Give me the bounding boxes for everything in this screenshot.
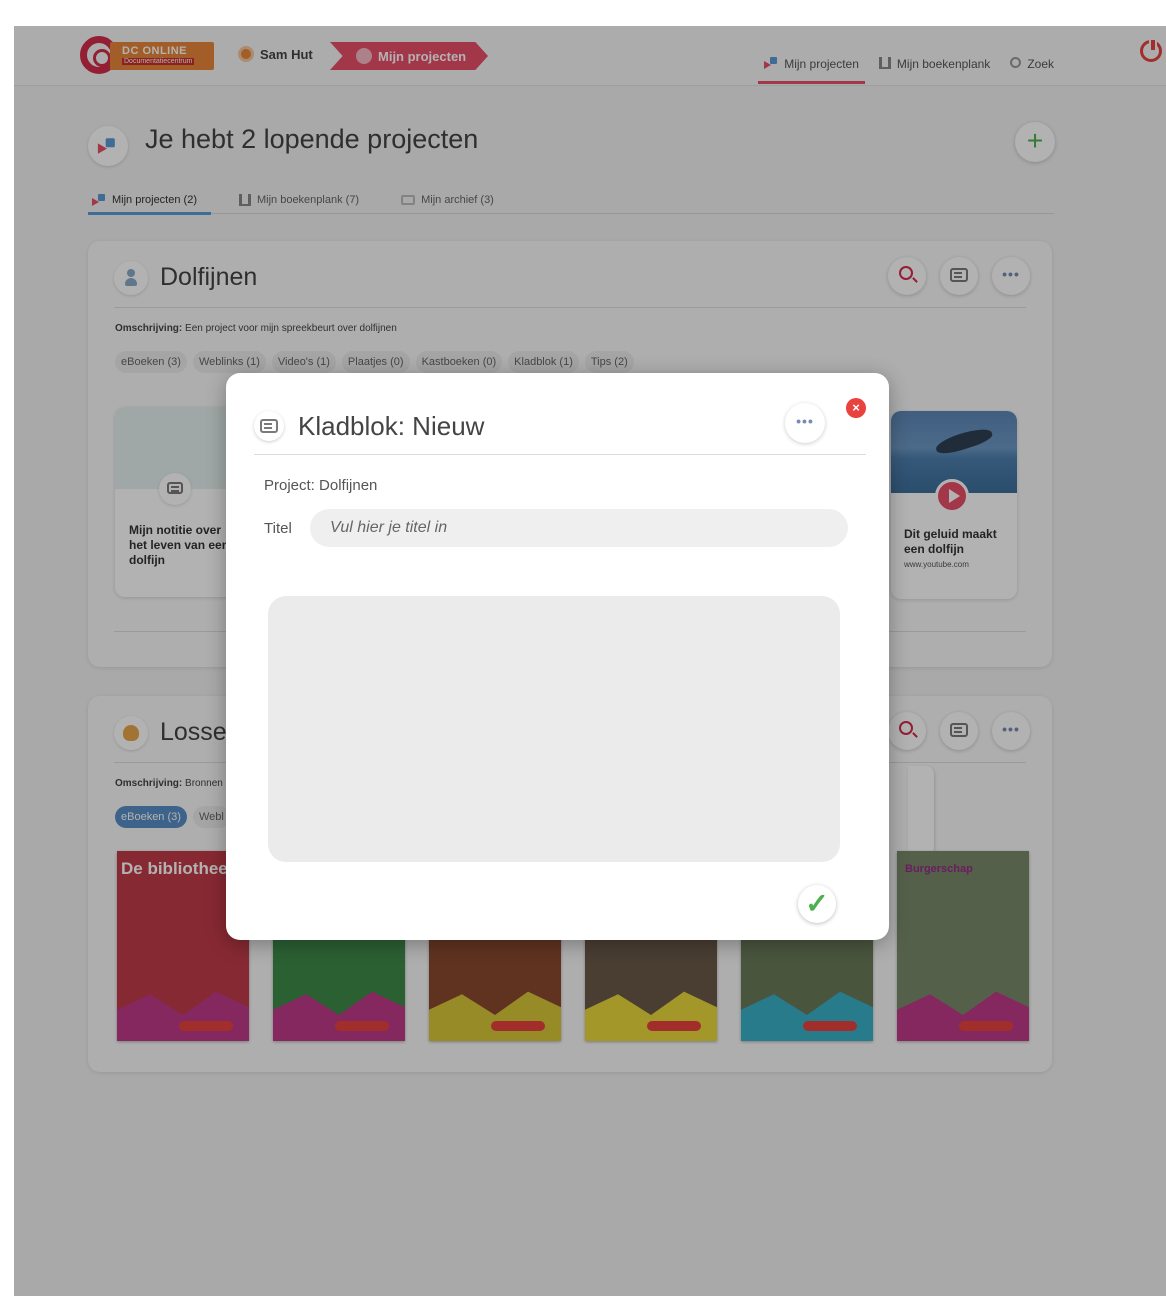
title-field-label: Titel bbox=[264, 520, 292, 537]
modal-project-label: Project: Dolfijnen bbox=[264, 477, 378, 494]
close-icon[interactable]: × bbox=[846, 398, 866, 418]
notepad-icon bbox=[254, 411, 284, 441]
notepad-modal: × Kladblok: Nieuw ••• Project: Dolfijnen… bbox=[226, 373, 889, 940]
title-input[interactable] bbox=[310, 509, 848, 547]
note-textarea[interactable] bbox=[268, 596, 840, 862]
divider bbox=[254, 454, 866, 455]
app-window: DC ONLINE Documentatiecentrum Sam Hut Mi… bbox=[14, 26, 1166, 1296]
modal-title: Kladblok: Nieuw bbox=[298, 411, 485, 441]
confirm-checkmark-icon[interactable]: ✓ bbox=[798, 885, 836, 923]
modal-more-button[interactable]: ••• bbox=[785, 403, 825, 443]
